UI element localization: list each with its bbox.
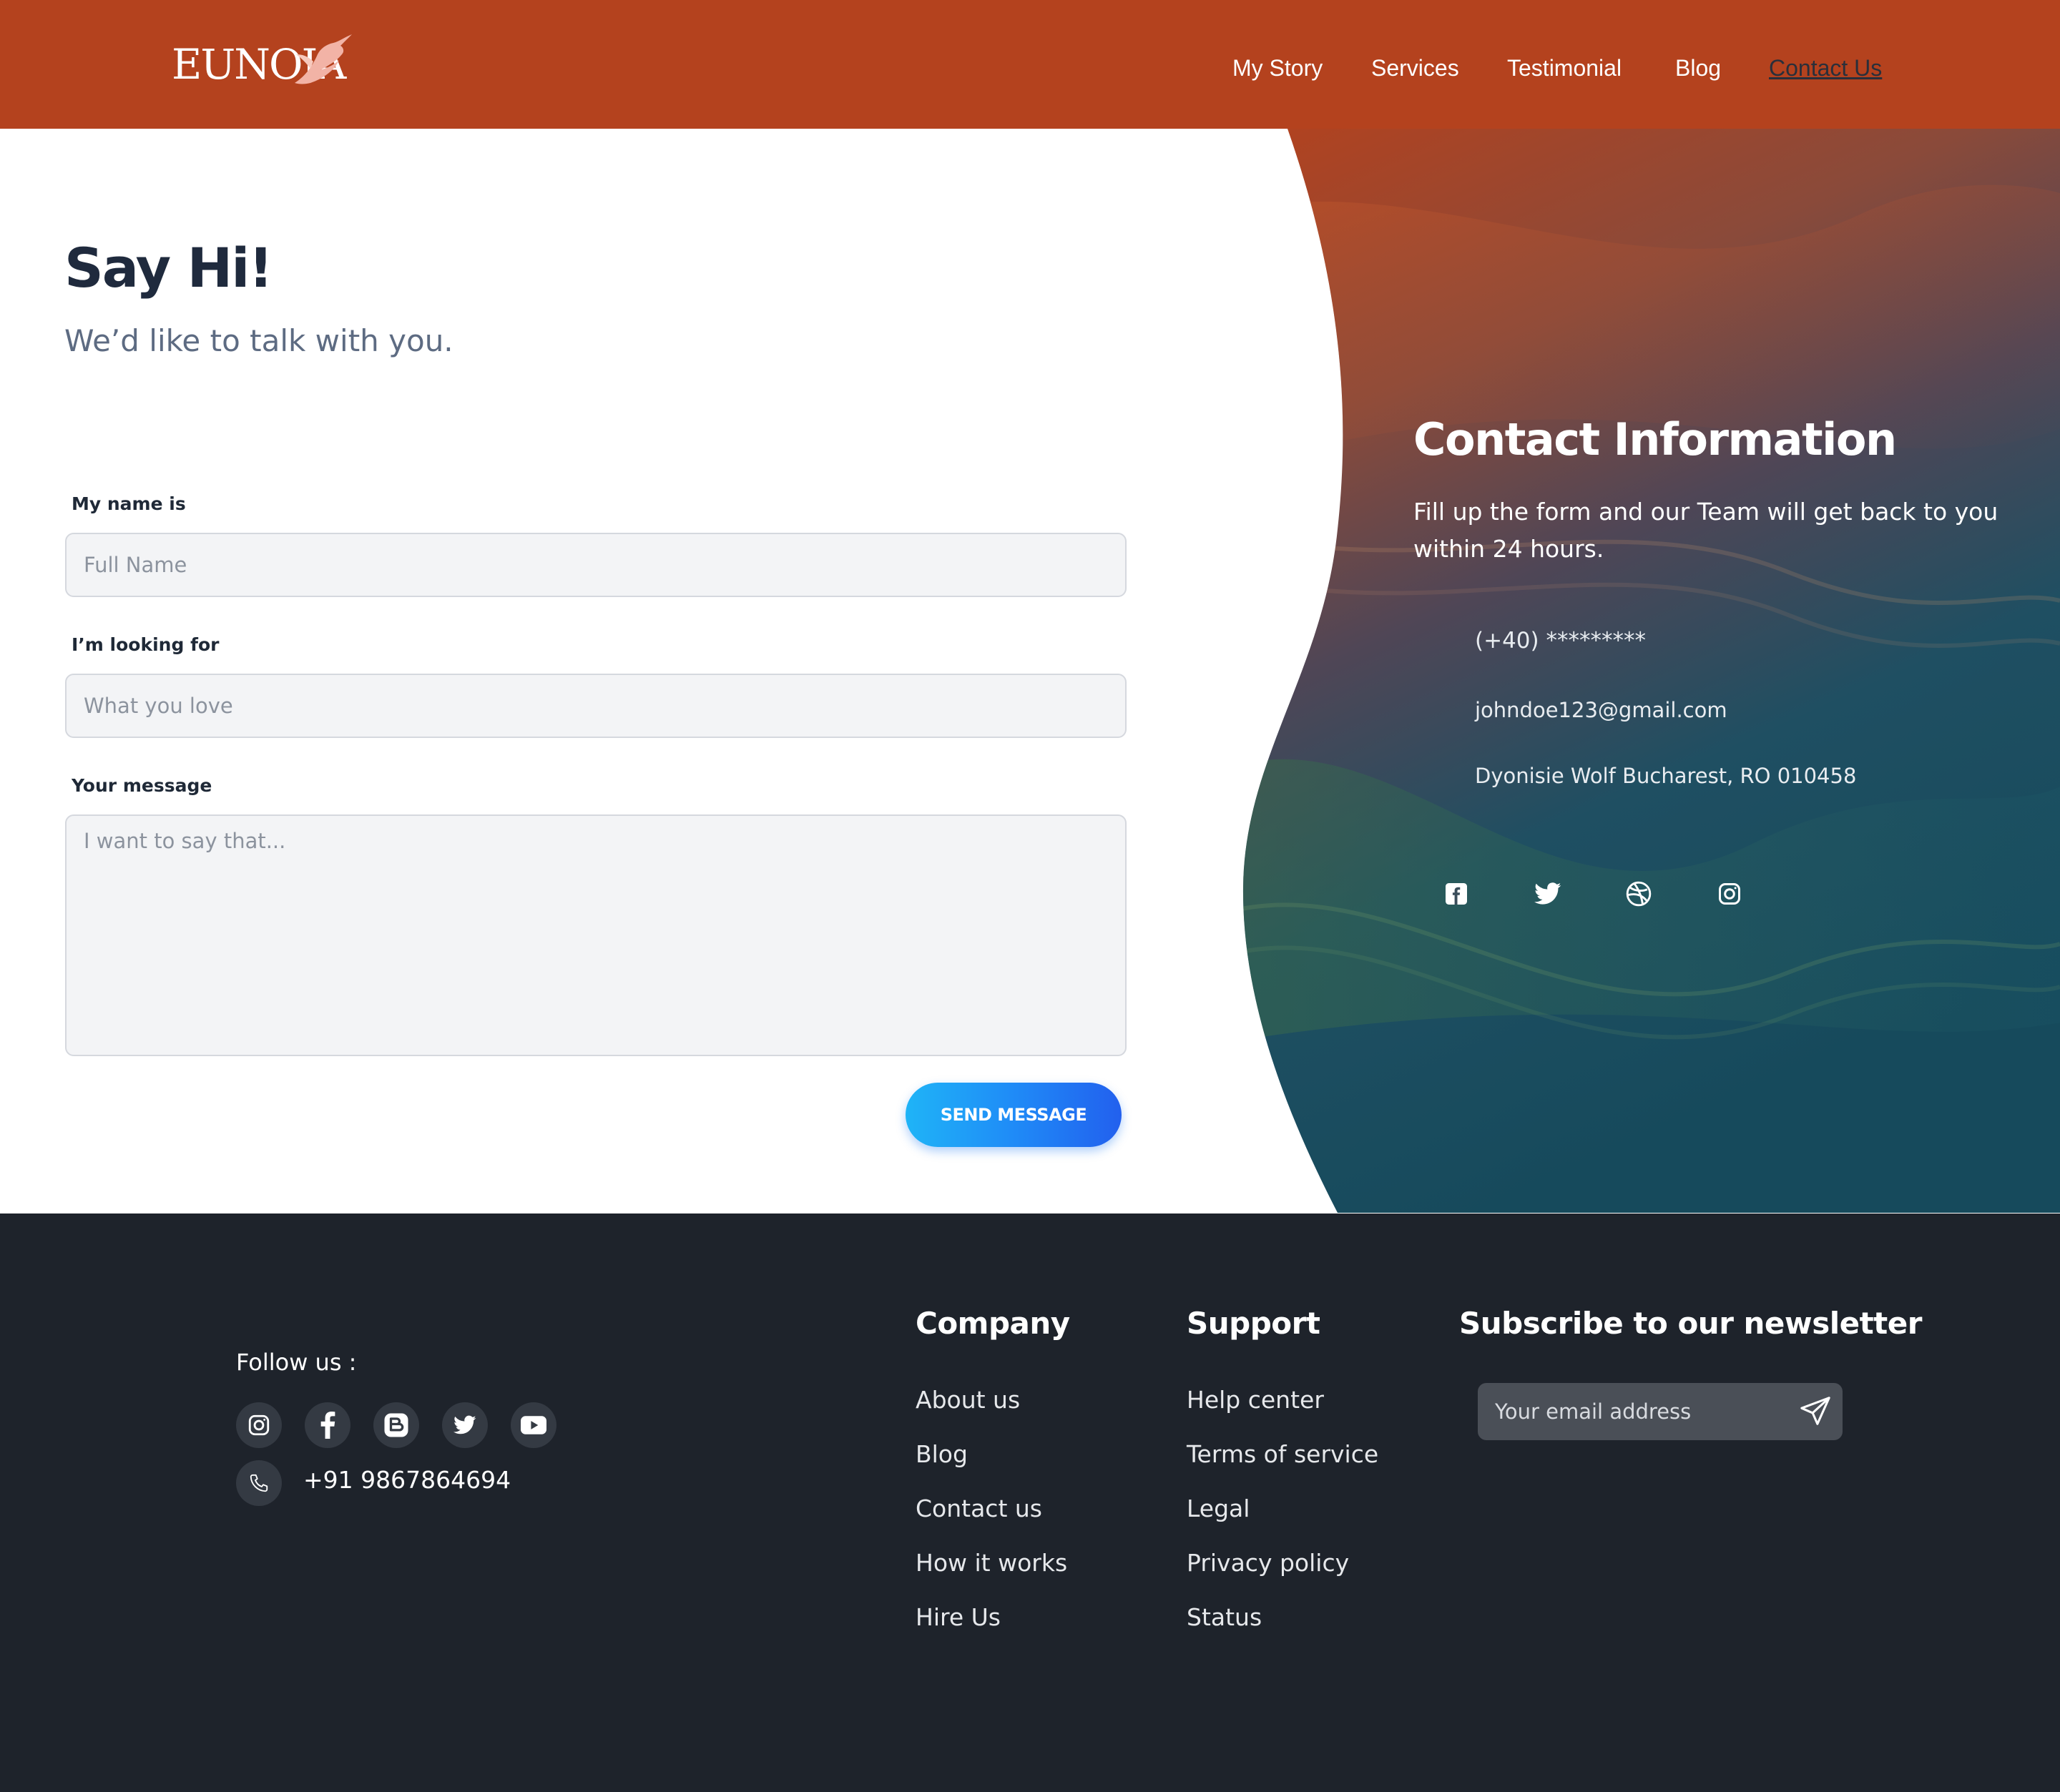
- instagram-icon[interactable]: [236, 1402, 282, 1448]
- footer-link-about-us[interactable]: About us: [916, 1386, 1020, 1414]
- footer-link-legal[interactable]: Legal: [1187, 1495, 1250, 1522]
- contact-phone: (+40) *********: [1475, 628, 1646, 654]
- dribbble-icon[interactable]: [1622, 877, 1656, 911]
- company-heading: Company: [916, 1306, 1070, 1341]
- footer-link-contact-us[interactable]: Contact us: [916, 1495, 1042, 1522]
- footer-link-help-center[interactable]: Help center: [1187, 1386, 1324, 1414]
- phone-icon: [236, 1460, 282, 1506]
- twitter-icon[interactable]: [442, 1402, 488, 1448]
- facebook-icon[interactable]: [1439, 877, 1473, 911]
- looking-for-input[interactable]: [65, 674, 1127, 738]
- looking-for-label: I’m looking for: [72, 634, 220, 655]
- contact-information-description: Fill up the form and our Team will get b…: [1413, 498, 1998, 563]
- newsletter-heading: Subscribe to our newsletter: [1459, 1306, 1922, 1341]
- newsletter-form: [1478, 1383, 1843, 1440]
- message-textarea[interactable]: [65, 814, 1127, 1056]
- footer-phone: +91 9867864694: [303, 1466, 511, 1494]
- footer-link-blog[interactable]: Blog: [916, 1440, 968, 1468]
- full-name-input[interactable]: [65, 533, 1127, 597]
- send-message-button[interactable]: SEND MESSAGE: [906, 1083, 1122, 1147]
- blogger-icon[interactable]: [373, 1402, 419, 1448]
- youtube-icon[interactable]: [511, 1402, 556, 1448]
- twitter-icon[interactable]: [1531, 877, 1565, 911]
- page-subtitle: We’d like to talk with you.: [64, 323, 453, 358]
- send-icon[interactable]: [1795, 1392, 1835, 1432]
- name-label: My name is: [72, 493, 186, 514]
- footer-link-terms-of-service[interactable]: Terms of service: [1187, 1440, 1378, 1468]
- support-heading: Support: [1187, 1306, 1320, 1341]
- page-title: Say Hi!: [64, 236, 273, 300]
- newsletter-email-input[interactable]: [1478, 1383, 1778, 1440]
- instagram-icon[interactable]: [1712, 877, 1747, 911]
- follow-us-label: Follow us :: [236, 1349, 357, 1376]
- message-label: Your message: [72, 775, 212, 796]
- facebook-icon[interactable]: [305, 1402, 350, 1448]
- footer-link-hire-us[interactable]: Hire Us: [916, 1603, 1001, 1631]
- contact-information-title: Contact Information: [1413, 413, 1897, 466]
- footer-link-status[interactable]: Status: [1187, 1603, 1262, 1631]
- contact-address: Dyonisie Wolf Bucharest, RO 010458: [1475, 764, 1857, 788]
- footer-link-privacy-policy[interactable]: Privacy policy: [1187, 1549, 1349, 1577]
- contact-email[interactable]: johndoe123@gmail.com: [1475, 698, 1727, 722]
- footer-link-how-it-works[interactable]: How it works: [916, 1549, 1067, 1577]
